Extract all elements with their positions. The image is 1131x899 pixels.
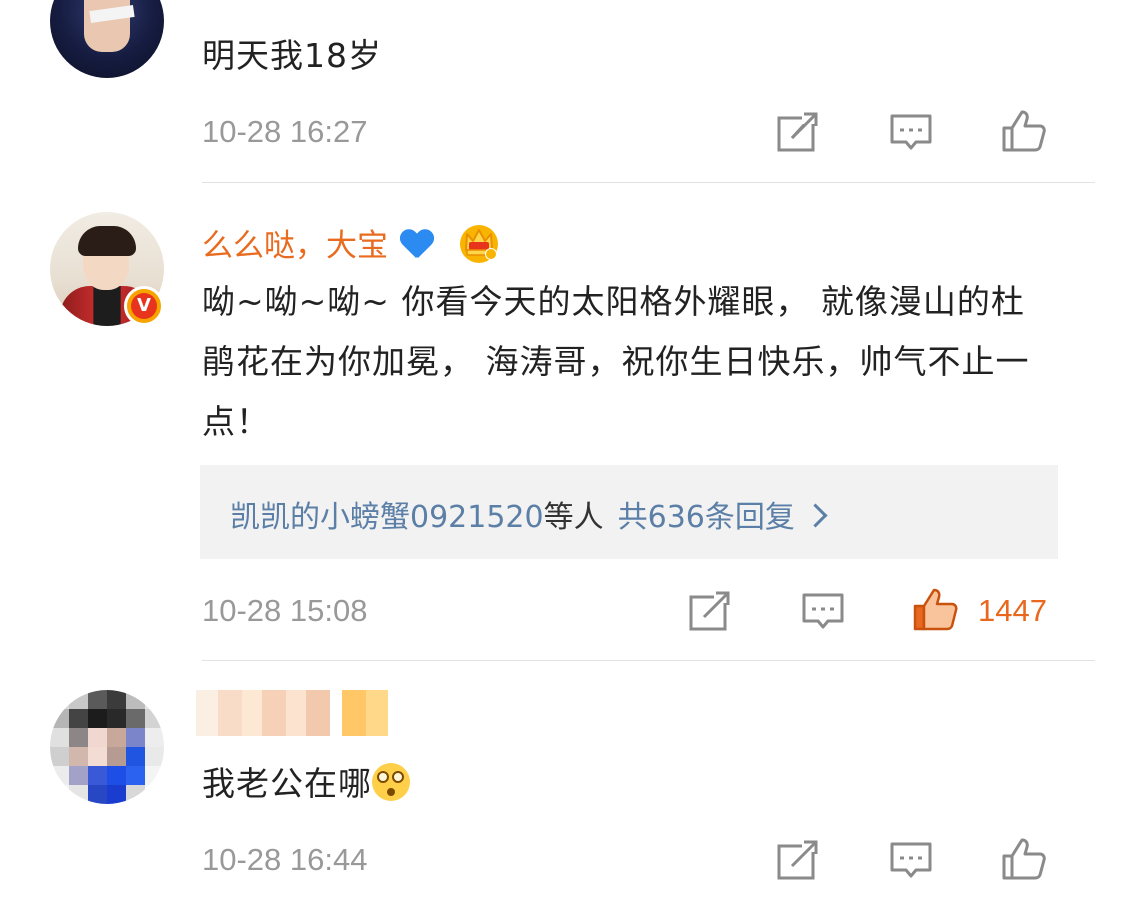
crown-icon[interactable] [458,222,500,264]
comment-icon[interactable] [888,110,934,156]
comment-time: 10-28 15:08 [202,593,368,628]
reply-preview-names[interactable]: 凯凯的小螃蟹0921520 [230,500,544,535]
dizzy-face-icon [372,763,410,801]
comment-text-row: 我老公在哪 [202,754,410,814]
like-count: 1447 [978,593,1047,628]
username-pixelated[interactable] [196,690,392,736]
thumbs-up-icon[interactable] [912,586,958,632]
comment-text: 呦~呦~呦~ 你看今天的太阳格外耀眼， 就像漫山的杜鹃花在为你加冕， 海涛哥，祝… [202,282,1030,441]
thumbs-up-icon[interactable] [1000,108,1046,154]
reply-preview[interactable]: 凯凯的小螃蟹0921520等人 共636条回复 [200,465,1058,559]
repost-icon[interactable] [686,589,732,635]
reply-preview-suffix: 等人 [543,500,604,535]
verified-badge-icon: V [124,286,164,326]
repost-icon[interactable] [774,110,820,156]
comment-time: 10-28 16:44 [202,842,368,877]
avatar[interactable] [50,0,164,78]
chevron-right-icon [803,503,828,528]
divider [202,182,1095,183]
comment-text: 明天我18岁 [202,36,382,75]
avatar[interactable] [50,690,164,804]
blue-heart-icon [400,230,434,260]
thumbs-up-icon[interactable] [1000,836,1046,882]
divider [202,660,1095,661]
avatar-hair [78,226,136,256]
reply-count-link[interactable]: 共636条回复 [618,500,795,535]
repost-icon[interactable] [774,838,820,884]
comment-icon[interactable] [888,838,934,884]
comment-text: 我老公在哪 [202,764,372,803]
username-row: 么么哒，大宝 [202,220,500,265]
comment-time: 10-28 16:27 [202,114,368,149]
comment-icon[interactable] [800,589,846,635]
username[interactable]: 么么哒，大宝 [202,228,388,264]
